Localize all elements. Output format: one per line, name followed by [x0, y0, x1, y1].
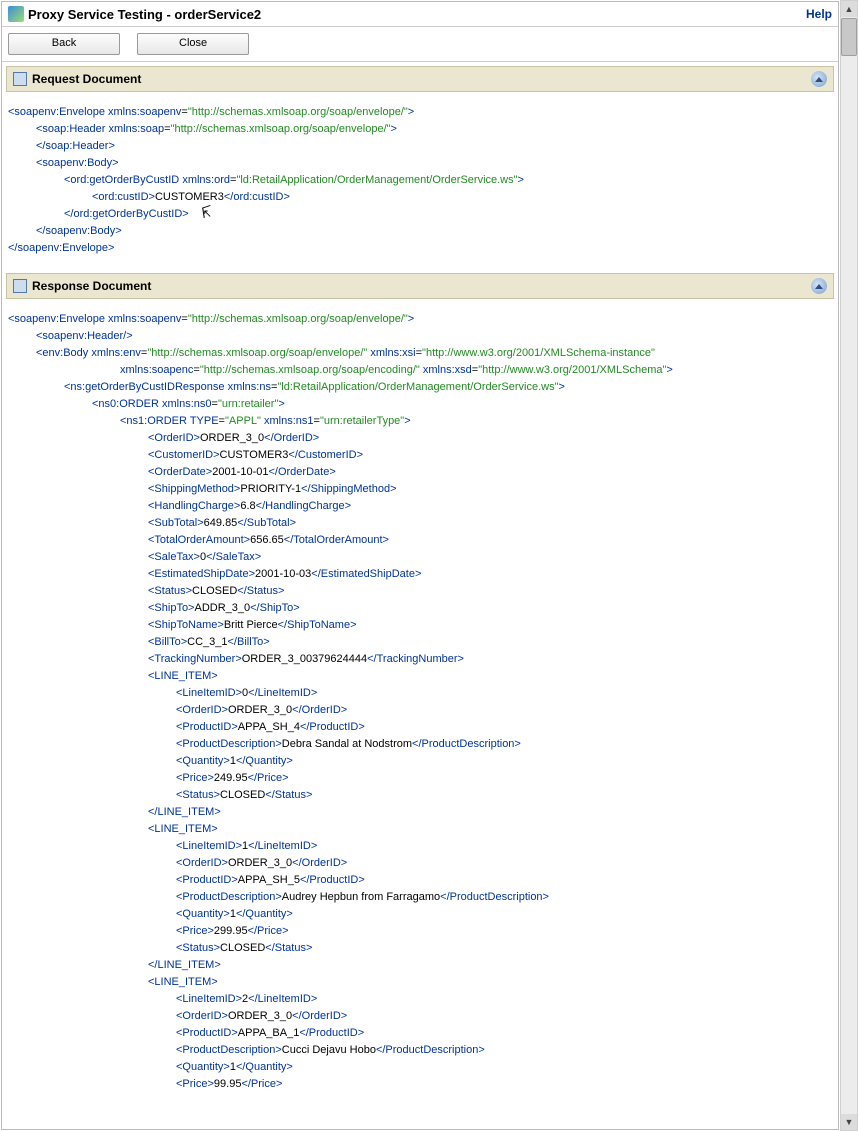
vertical-scrollbar[interactable]: ▲ ▼	[840, 0, 858, 1131]
document-icon	[13, 279, 27, 293]
service-icon	[8, 6, 24, 22]
help-link[interactable]: Help	[806, 7, 832, 21]
response-panel-header[interactable]: Response Document	[6, 273, 834, 299]
request-panel-header[interactable]: Request Document	[6, 66, 834, 92]
toolbar: Back Close	[2, 27, 838, 62]
app-window: Proxy Service Testing - orderService2 He…	[1, 1, 839, 1130]
document-icon	[13, 72, 27, 86]
scroll-down-arrow[interactable]: ▼	[841, 1114, 857, 1130]
request-document-body: <soapenv:Envelope xmlns:soapenv="http://…	[2, 96, 838, 269]
page-title: Proxy Service Testing - orderService2	[28, 7, 261, 22]
collapse-icon[interactable]	[811, 71, 827, 87]
scroll-up-arrow[interactable]: ▲	[841, 1, 857, 17]
request-panel-title: Request Document	[32, 72, 141, 86]
back-button[interactable]: Back	[8, 33, 120, 55]
collapse-icon[interactable]	[811, 278, 827, 294]
close-button[interactable]: Close	[137, 33, 249, 55]
response-document-body: <soapenv:Envelope xmlns:soapenv="http://…	[2, 303, 838, 1105]
response-panel-title: Response Document	[32, 279, 151, 293]
cursor-icon: ↖	[203, 206, 215, 222]
scrollbar-thumb[interactable]	[841, 18, 857, 56]
title-bar: Proxy Service Testing - orderService2 He…	[2, 2, 838, 27]
